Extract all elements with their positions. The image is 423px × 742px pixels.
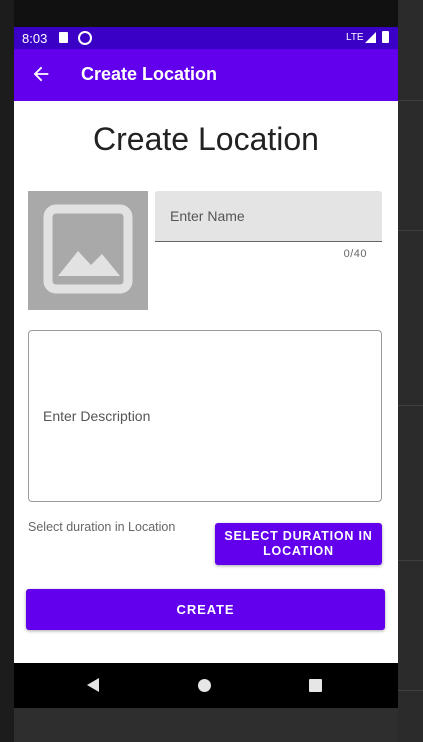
description-field[interactable] bbox=[28, 330, 382, 502]
status-time: 8:03 bbox=[22, 31, 48, 46]
ide-background bbox=[398, 0, 423, 742]
nav-back-icon[interactable] bbox=[87, 678, 99, 692]
create-button[interactable]: CREATE bbox=[26, 589, 385, 630]
app-bar-title: Create Location bbox=[81, 64, 218, 84]
select-duration-button[interactable]: SELECT DURATION IN LOCATION bbox=[215, 523, 382, 565]
system-nav-bar bbox=[14, 663, 398, 708]
page-title: Create Location bbox=[93, 121, 319, 157]
app-bar: Create Location bbox=[14, 49, 398, 101]
image-icon bbox=[43, 204, 133, 294]
battery-icon bbox=[382, 31, 389, 43]
status-bar: 8:03 LTE bbox=[14, 27, 398, 49]
network-type: LTE bbox=[346, 32, 364, 43]
name-field[interactable] bbox=[155, 191, 382, 242]
sd-card-icon bbox=[59, 32, 68, 43]
name-input[interactable] bbox=[155, 191, 382, 241]
nav-recents-icon[interactable] bbox=[309, 679, 322, 692]
location-image-picker[interactable] bbox=[28, 191, 148, 310]
sync-icon bbox=[78, 31, 92, 45]
description-input[interactable] bbox=[29, 331, 381, 501]
create-location-form: Create Location 0/40 Select duration in … bbox=[14, 101, 398, 663]
nav-home-icon[interactable] bbox=[198, 679, 211, 692]
signal-icon bbox=[365, 32, 376, 43]
arrow-back-icon[interactable] bbox=[30, 63, 52, 85]
duration-label: Select duration in Location bbox=[28, 520, 176, 534]
phone-bezel bbox=[14, 708, 398, 742]
name-char-counter: 0/40 bbox=[343, 248, 367, 260]
